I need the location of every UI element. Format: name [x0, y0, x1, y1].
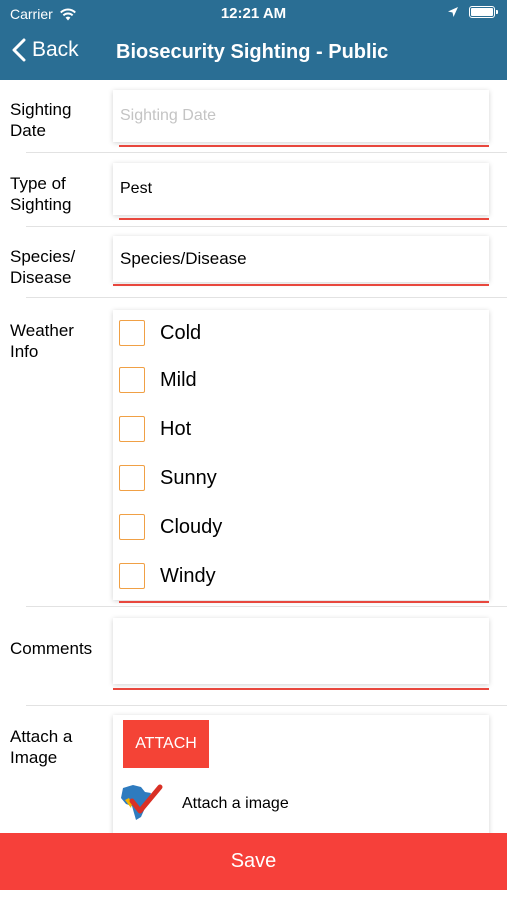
- sighting-date-label: Sighting Date: [10, 100, 72, 140]
- africa-checkmark-logo: [121, 784, 163, 820]
- chevron-left-icon: [12, 38, 26, 62]
- weather-option-label: Windy: [160, 564, 216, 587]
- divider: [26, 606, 507, 607]
- sighting-date-underline: [119, 145, 489, 147]
- sighting-date-input[interactable]: [113, 90, 489, 142]
- weather-underline: [119, 601, 489, 603]
- type-of-sighting-label: Type of Sighting: [10, 174, 72, 214]
- species-disease-card: [113, 236, 489, 282]
- comments-card: [113, 618, 489, 684]
- weather-option-label: Cloudy: [160, 515, 223, 538]
- type-of-sighting-input[interactable]: [113, 163, 489, 215]
- checkbox[interactable]: [119, 320, 145, 346]
- attach-image-caption: Attach a image: [182, 795, 289, 812]
- species-disease-input[interactable]: [113, 236, 489, 282]
- weather-options-card: [113, 310, 489, 600]
- save-button[interactable]: Save: [0, 833, 507, 890]
- type-of-sighting-underline: [119, 218, 489, 220]
- divider: [26, 226, 507, 227]
- attach-image-label: Attach a Image: [10, 727, 73, 767]
- type-of-sighting-card: [113, 163, 489, 215]
- back-label: Back: [32, 38, 79, 61]
- back-button[interactable]: Back: [12, 38, 79, 62]
- page-title: Biosecurity Sighting - Public: [116, 41, 389, 63]
- location-arrow-icon: [448, 7, 458, 17]
- species-disease-label: Species/ Disease: [10, 247, 76, 287]
- weather-option-label: Cold: [160, 321, 202, 344]
- weather-option-cold[interactable]: Cold: [119, 320, 201, 346]
- comments-underline: [113, 688, 489, 690]
- weather-option-windy[interactable]: Windy: [119, 563, 216, 589]
- status-time: 12:21 AM: [220, 5, 287, 22]
- attach-button[interactable]: ATTACH: [123, 720, 209, 768]
- checkbox[interactable]: [119, 416, 145, 442]
- checkbox[interactable]: [119, 563, 145, 589]
- app-header: Carrier 12:21 AM Back Biosecurity Sighti…: [0, 0, 507, 80]
- species-disease-underline: [113, 284, 489, 286]
- weather-option-sunny[interactable]: Sunny: [119, 465, 217, 491]
- comments-input[interactable]: [113, 618, 489, 684]
- status-right: [447, 6, 498, 18]
- checkbox[interactable]: [119, 367, 145, 393]
- comments-label: Comments: [10, 639, 93, 658]
- checkbox[interactable]: [119, 465, 145, 491]
- divider: [26, 152, 507, 153]
- status-bar: Carrier 12:21 AM: [0, 0, 507, 28]
- checkbox[interactable]: [119, 514, 145, 540]
- divider: [26, 705, 507, 706]
- weather-option-label: Mild: [160, 368, 197, 391]
- weather-option-cloudy[interactable]: Cloudy: [119, 514, 222, 540]
- divider: [26, 297, 507, 298]
- nav-bar: Back Biosecurity Sighting - Public: [0, 28, 507, 80]
- weather-option-label: Sunny: [160, 466, 217, 489]
- weather-option-hot[interactable]: Hot: [119, 416, 191, 442]
- sighting-date-card: [113, 90, 489, 142]
- weather-option-mild[interactable]: Mild: [119, 367, 197, 393]
- weather-info-label: Weather Info: [10, 321, 74, 361]
- battery-icon: [469, 6, 498, 18]
- weather-option-label: Hot: [160, 417, 192, 440]
